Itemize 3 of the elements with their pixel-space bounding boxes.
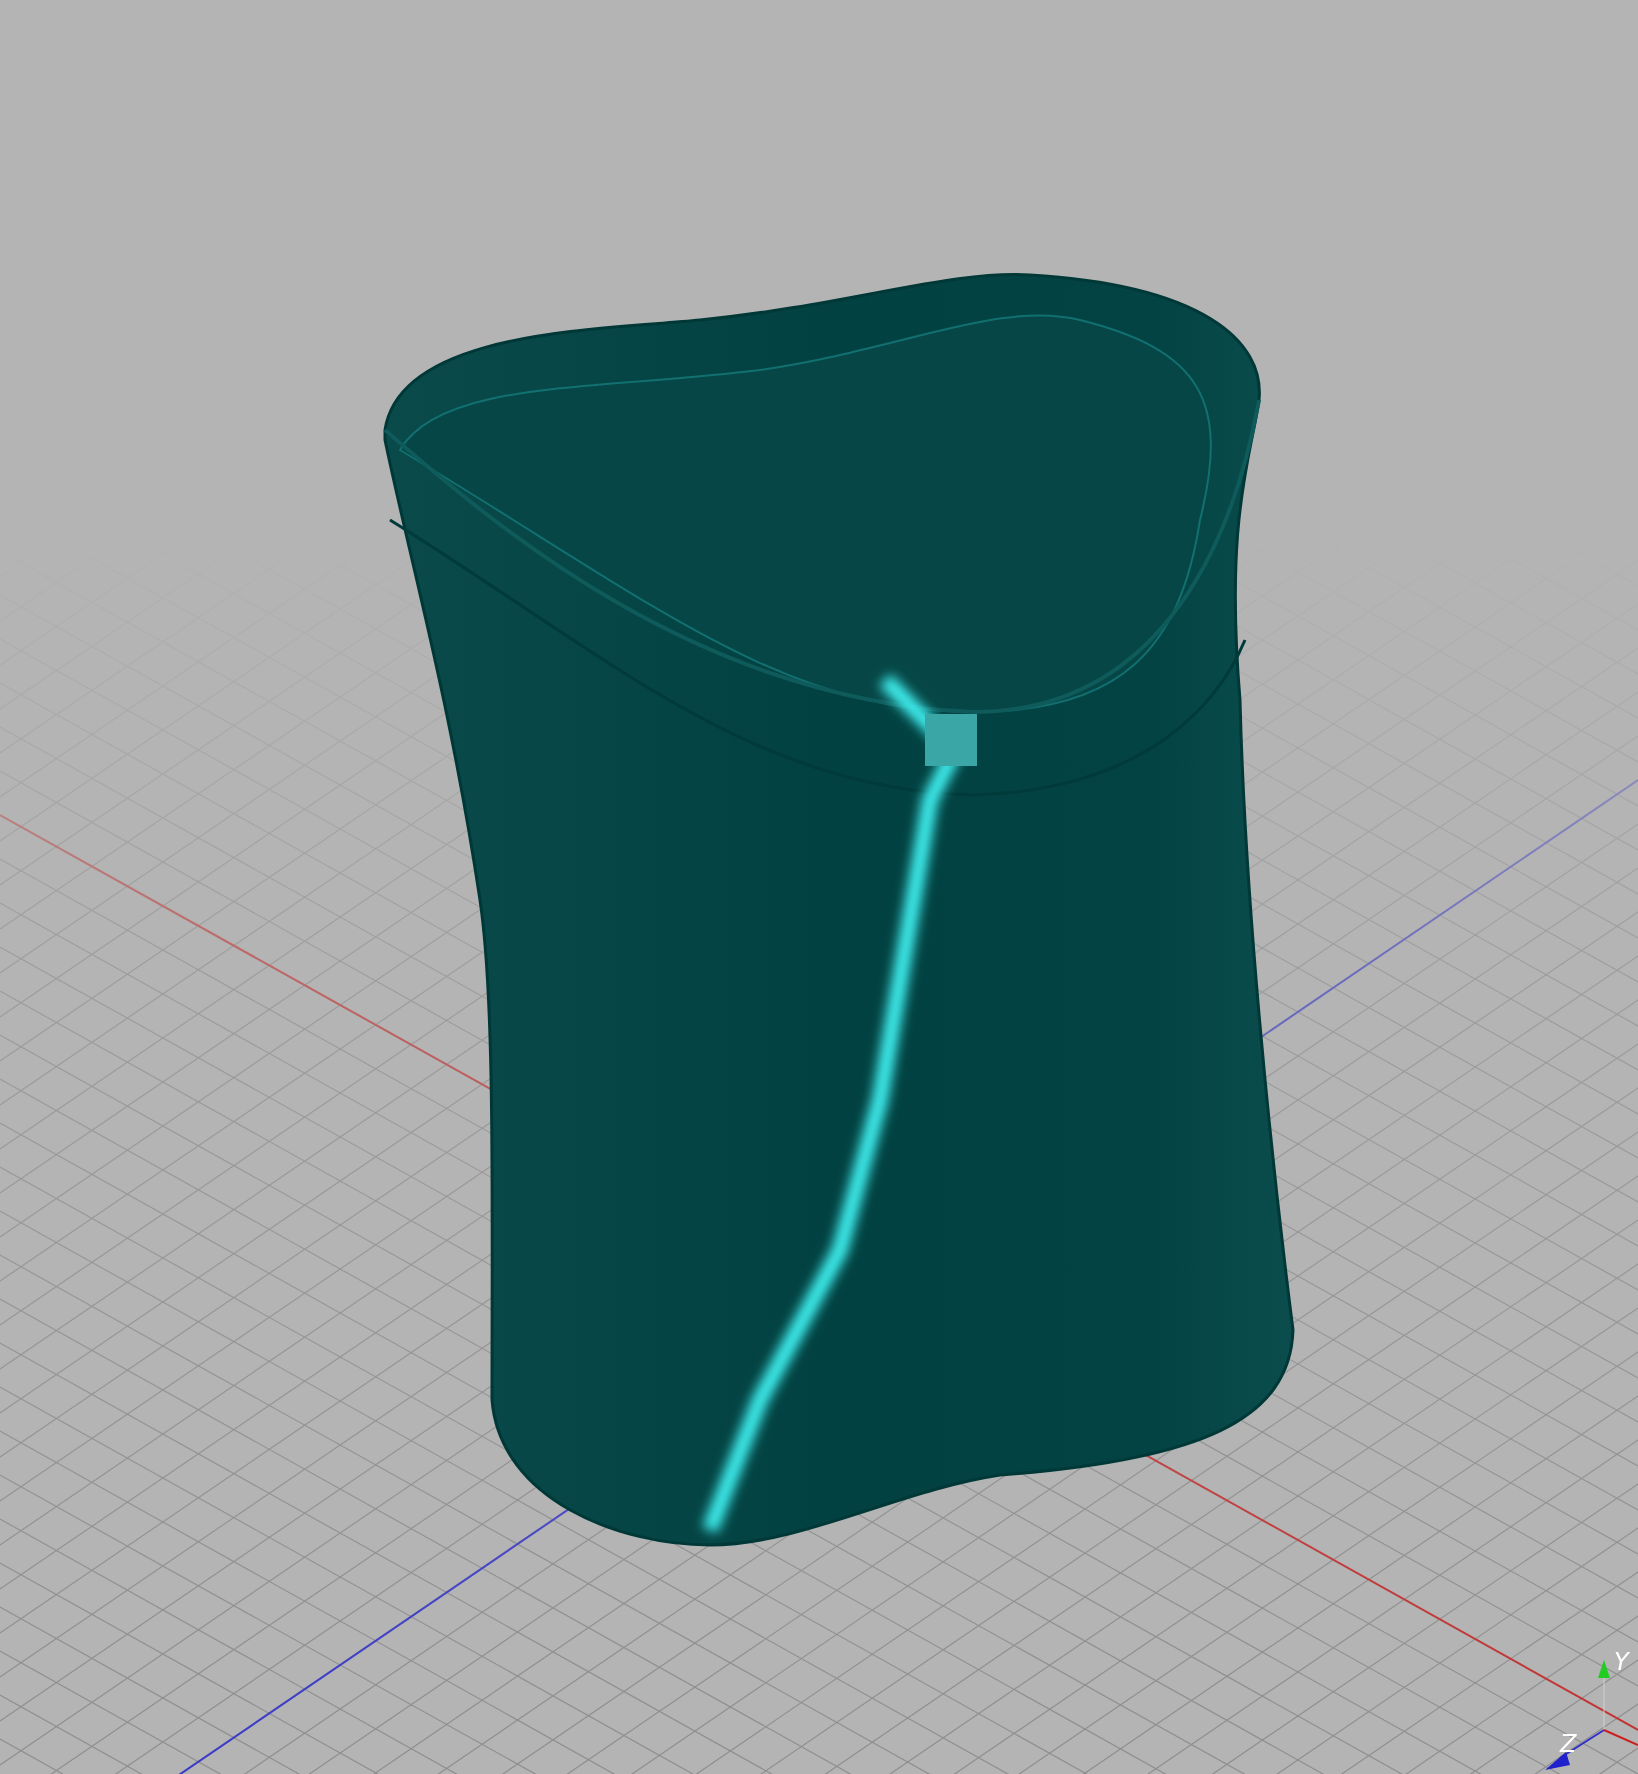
axis-label: Z bbox=[1560, 1730, 1577, 1758]
axis-label: Y bbox=[1614, 1648, 1629, 1676]
3d-viewport[interactable]: Y Z bbox=[0, 0, 1638, 1774]
